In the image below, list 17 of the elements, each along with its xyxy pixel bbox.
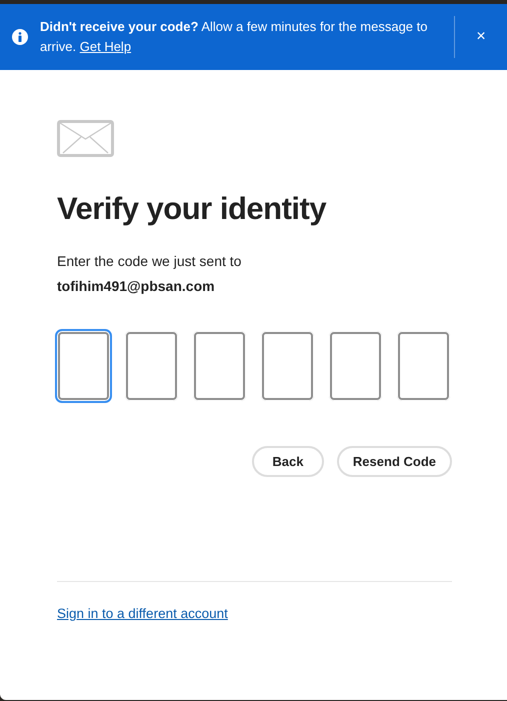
code-digit-field[interactable] — [123, 329, 180, 403]
page-heading: Verify your identity — [57, 191, 328, 227]
notification-message: Didn't receive your code? Allow a few minutes for the message to arrive. Get Help — [40, 18, 428, 56]
info-icon — [12, 29, 28, 45]
code-digit-field[interactable] — [55, 329, 112, 403]
code-digit-field[interactable] — [259, 329, 316, 403]
different-account-link[interactable]: Sign in to a different account — [57, 606, 228, 621]
code-digit-field[interactable] — [395, 329, 452, 403]
instruction-text: Enter the code we just sent to — [57, 252, 242, 271]
resend-code-button[interactable]: Resend Code — [336, 446, 452, 477]
code-digit-field[interactable] — [327, 329, 384, 403]
code-digit-field[interactable] — [191, 329, 248, 403]
get-help-link[interactable]: Get Help — [80, 39, 132, 54]
envelope-icon — [57, 120, 114, 157]
email-address: tofihim491@pbsan.com — [57, 277, 216, 296]
back-button[interactable]: Back — [252, 446, 324, 477]
close-button[interactable]: × — [455, 17, 507, 57]
